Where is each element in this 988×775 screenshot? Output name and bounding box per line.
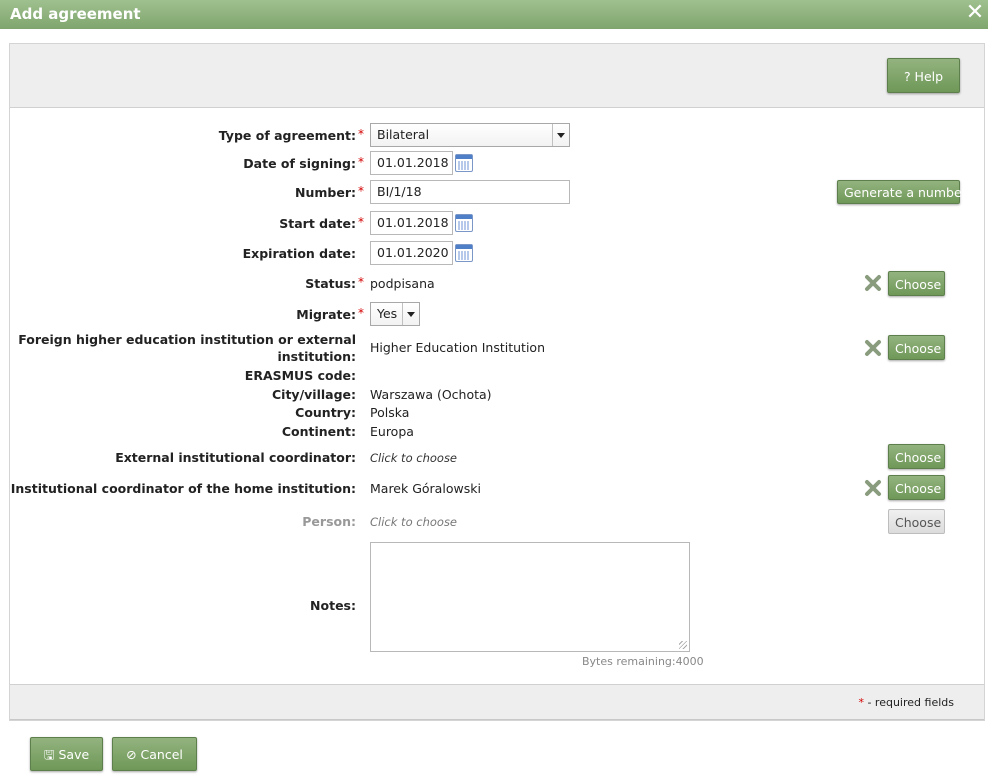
clear-icon[interactable]	[864, 479, 882, 497]
dialog-title: Add agreement	[10, 5, 141, 23]
migrate-label: Migrate:	[296, 307, 356, 322]
home-coordinator-choose-button[interactable]: Choose	[888, 475, 945, 500]
start-date-value: 01.01.2018	[377, 215, 449, 230]
bottom-info-bar	[10, 684, 984, 720]
save-button[interactable]: 🖫 Save	[30, 737, 103, 771]
continent-label: Continent:	[281, 424, 356, 439]
erasmus-code-label: ERASMUS code:	[244, 368, 356, 383]
number-value: BI/1/18	[377, 184, 422, 199]
cancel-label: Cancel	[140, 747, 183, 762]
country-label: Country:	[295, 405, 356, 420]
foreign-institution-value: Higher Education Institution	[370, 340, 545, 355]
date-of-signing-label: Date of signing:	[243, 156, 356, 171]
calendar-icon[interactable]	[455, 154, 473, 172]
status-choose-button[interactable]: Choose	[888, 271, 945, 296]
city-value: Warszawa (Ochota)	[370, 387, 492, 402]
save-label: Save	[58, 747, 90, 762]
bytes-remaining: Bytes remaining:4000	[582, 655, 704, 668]
cancel-icon: ⊘	[126, 747, 137, 762]
chevron-down-icon	[552, 124, 569, 146]
date-of-signing-input[interactable]: 01.01.2018	[370, 151, 453, 175]
migrate-select[interactable]: Yes	[370, 302, 420, 326]
calendar-icon[interactable]	[455, 244, 473, 262]
person-label: Person:	[302, 514, 356, 529]
status-value: podpisana	[370, 276, 435, 291]
foreign-institution-choose-button[interactable]: Choose	[888, 335, 945, 360]
required-marker: *	[858, 696, 864, 709]
start-date-input[interactable]: 01.01.2018	[370, 211, 453, 235]
country-value: Polska	[370, 405, 410, 420]
date-of-signing-value: 01.01.2018	[377, 155, 449, 170]
type-of-agreement-value: Bilateral	[377, 127, 430, 142]
home-coordinator-label: Institutional coordinator of the home in…	[10, 481, 356, 496]
required-marker: *	[358, 275, 364, 289]
required-marker: *	[358, 127, 364, 141]
top-toolbar	[10, 44, 984, 108]
required-fields-text: - required fields	[867, 696, 954, 709]
number-input[interactable]: BI/1/18	[370, 180, 570, 204]
external-coordinator-value[interactable]: Click to choose	[370, 451, 457, 465]
external-coordinator-label: External institutional coordinator:	[115, 450, 356, 465]
clear-icon[interactable]	[864, 274, 882, 292]
close-icon[interactable]: ✕	[963, 1, 987, 25]
required-marker: *	[358, 155, 364, 169]
required-marker: *	[358, 184, 364, 198]
cancel-button[interactable]: ⊘ Cancel	[112, 737, 197, 771]
person-value[interactable]: Click to choose	[370, 515, 457, 529]
continent-value: Europa	[370, 424, 414, 439]
expiration-date-label: Expiration date:	[242, 246, 356, 261]
type-of-agreement-select[interactable]: Bilateral	[370, 123, 570, 147]
required-marker: *	[358, 306, 364, 320]
required-fields-note: * - required fields	[858, 696, 954, 709]
calendar-icon[interactable]	[455, 214, 473, 232]
save-icon: 🖫	[43, 747, 55, 762]
chevron-down-icon	[402, 303, 419, 325]
foreign-institution-label-line2: institution:	[277, 349, 356, 364]
city-label: City/village:	[271, 387, 356, 402]
help-button[interactable]: ? Help	[887, 58, 960, 93]
required-marker: *	[358, 215, 364, 229]
start-date-label: Start date:	[279, 216, 356, 231]
clear-icon[interactable]	[864, 339, 882, 357]
expiration-date-value: 01.01.2020	[377, 245, 449, 260]
generate-number-button[interactable]: Generate a number	[837, 180, 967, 204]
foreign-institution-label-line1: Foreign higher education institution or …	[18, 332, 356, 347]
number-label: Number:	[295, 185, 356, 200]
notes-label: Notes:	[310, 598, 356, 613]
status-label: Status:	[305, 276, 356, 291]
resize-grip-icon[interactable]	[679, 641, 687, 649]
notes-textarea[interactable]	[370, 542, 690, 652]
type-of-agreement-label: Type of agreement:	[218, 128, 356, 143]
person-choose-button[interactable]: Choose	[888, 509, 945, 534]
migrate-value: Yes	[377, 306, 398, 321]
dialog-titlebar: Add agreement ✕	[0, 0, 988, 29]
expiration-date-input[interactable]: 01.01.2020	[370, 241, 453, 265]
home-coordinator-value: Marek Góralowski	[370, 481, 481, 496]
external-coordinator-choose-button[interactable]: Choose	[888, 444, 945, 469]
